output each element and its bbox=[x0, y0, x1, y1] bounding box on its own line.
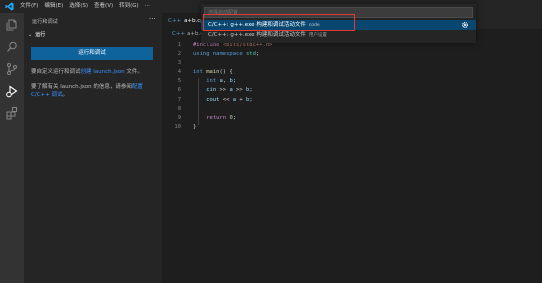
launch-config-quick-pick: C/C++: g++.exe 构建和调试活动文件code C/C++: g++.… bbox=[201, 4, 476, 43]
custom-config-hint: 要自定义运行和调试创建 launch.json 文件。 bbox=[31, 68, 159, 76]
code-token: cout bbox=[206, 96, 220, 103]
quick-pick-item-label: C/C++: g++.exe 构建和调试活动文件 bbox=[208, 32, 306, 38]
code-token: () { bbox=[219, 69, 233, 76]
line-number: 6 bbox=[177, 87, 181, 94]
code-token: return bbox=[206, 114, 230, 121]
code-token: ; bbox=[249, 96, 253, 103]
code-line[interactable]: 10} bbox=[162, 123, 542, 132]
line-number: 1 bbox=[177, 42, 181, 48]
quick-pick-item-desc: code bbox=[308, 23, 320, 28]
run-and-debug-button[interactable]: 运行和调试 bbox=[31, 47, 153, 60]
hint1-text: 要自定义运行和调试 bbox=[31, 69, 81, 75]
code-token: std bbox=[245, 51, 256, 58]
line-number: 8 bbox=[177, 105, 181, 112]
run-section-label: 运行 bbox=[35, 32, 46, 38]
line-number: 7 bbox=[177, 96, 181, 103]
run-debug-icon[interactable] bbox=[5, 84, 19, 98]
chevron-down-icon: ⌄ bbox=[28, 32, 33, 38]
menu-go[interactable]: 转到(G) bbox=[119, 0, 139, 13]
extensions-icon[interactable] bbox=[5, 106, 19, 120]
create-launch-json-link[interactable]: 创建 launch.json bbox=[81, 69, 125, 75]
cpp-file-icon: C++ bbox=[172, 31, 186, 37]
code-token: ; bbox=[232, 114, 237, 121]
line-number: 5 bbox=[177, 78, 181, 85]
menu-file[interactable]: 文件(F) bbox=[20, 0, 38, 13]
code-text: int a, b; bbox=[193, 77, 236, 86]
code-line[interactable]: 9 return 0; bbox=[162, 114, 542, 123]
menu-edit[interactable]: 编辑(E) bbox=[44, 0, 63, 13]
code-editor[interactable]: 1 #include <bits/stdc++.h> 2 using namespac… bbox=[162, 41, 542, 132]
code-line[interactable]: 5 int a, b; bbox=[162, 77, 542, 86]
line-number: 9 bbox=[177, 114, 181, 121]
editor-area: C++ a+b.cpp C++ a+b.cpp 1 #include <bits/st… bbox=[162, 13, 542, 283]
cpp-file-icon: C++ bbox=[168, 18, 182, 24]
code-line[interactable]: 6 cin >> a >> b; bbox=[162, 86, 542, 95]
sidebar-title: 运行和调试 bbox=[32, 19, 59, 25]
launch-json-info-hint: 要了解有关 launch.json 的信息，请参阅配置 C/C++ 调试。 bbox=[31, 83, 159, 99]
code-line[interactable]: 2 using namespace std; bbox=[162, 50, 542, 59]
run-debug-sidebar: 运行和调试 ··· ⌄ 运行 运行和调试 要自定义运行和调试创建 launch.j… bbox=[24, 13, 162, 283]
code-token: main bbox=[206, 69, 220, 76]
code-token: using namespace bbox=[193, 51, 246, 58]
menu-view[interactable]: 查看(V) bbox=[94, 0, 113, 13]
hint1-tail: 文件。 bbox=[124, 69, 143, 75]
sidebar-more-button[interactable]: ··· bbox=[149, 15, 156, 23]
code-line[interactable]: 4 int main() { bbox=[162, 68, 542, 77]
explorer-icon[interactable] bbox=[5, 18, 19, 32]
code-text: return 0; bbox=[193, 114, 236, 123]
hint2-tail: 。 bbox=[62, 92, 69, 98]
code-token: ; bbox=[249, 87, 253, 94]
code-text: cin >> a >> b; bbox=[193, 86, 253, 95]
quick-pick-item[interactable]: C/C++: g++.exe 构建和调试活动文件 用户设置 bbox=[201, 30, 476, 40]
code-token: >> bbox=[216, 87, 230, 94]
code-text: using namespace std; bbox=[193, 50, 259, 59]
line-number: 2 bbox=[177, 51, 181, 58]
code-token: ; bbox=[255, 51, 260, 58]
line-number: 3 bbox=[177, 60, 181, 67]
code-token: } bbox=[193, 123, 197, 130]
menu-more[interactable]: ··· bbox=[145, 0, 150, 13]
code-text: cout << a + b; bbox=[193, 96, 253, 105]
quick-pick-input[interactable] bbox=[204, 7, 473, 18]
code-line[interactable]: 3 bbox=[162, 59, 542, 68]
menu-bar: 文件(F) 编辑(E) 选择(S) 查看(V) 转到(G) ··· bbox=[20, 0, 156, 13]
code-token: >> bbox=[232, 87, 246, 94]
code-text: } bbox=[193, 123, 196, 132]
code-token: ; bbox=[232, 78, 237, 85]
code-text: int main() { bbox=[193, 68, 233, 77]
code-token: << bbox=[219, 96, 233, 103]
code-token: int bbox=[206, 78, 220, 85]
source-control-icon[interactable] bbox=[5, 62, 19, 76]
line-number: 4 bbox=[177, 69, 181, 76]
quick-pick-item[interactable]: C/C++: g++.exe 构建和调试活动文件 code bbox=[201, 20, 476, 30]
vscode-logo-icon bbox=[5, 2, 14, 11]
code-token: int bbox=[193, 69, 207, 76]
menu-selection[interactable]: 选择(S) bbox=[69, 0, 88, 13]
code-token: cin bbox=[206, 87, 217, 94]
code-token: + bbox=[236, 96, 246, 103]
hint2-text: 要了解有关 launch.json 的信息，请参阅 bbox=[31, 84, 132, 90]
quick-pick-item-label: C/C++: g++.exe 构建和调试活动文件 bbox=[208, 22, 306, 28]
code-line[interactable]: 7 cout << a + b; bbox=[162, 96, 542, 105]
quick-pick-item-desc: 用户设置 bbox=[308, 33, 327, 38]
search-icon[interactable] bbox=[5, 40, 19, 54]
run-section-header[interactable]: ⌄ 运行 bbox=[28, 31, 45, 38]
gear-icon[interactable] bbox=[461, 21, 469, 29]
line-number: 10 bbox=[174, 123, 181, 130]
activity-bar bbox=[0, 13, 24, 283]
code-line[interactable]: 8 bbox=[162, 105, 542, 114]
